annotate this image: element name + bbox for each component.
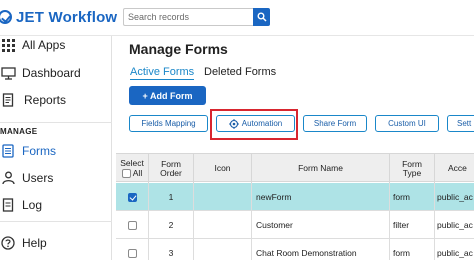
- form-name-cell: Chat Room Demonstration: [252, 239, 390, 260]
- sidebar-item-users[interactable]: Users: [0, 167, 112, 189]
- sidebar-item-label: All Apps: [22, 38, 66, 52]
- grid-icon: [0, 37, 16, 53]
- column-header-label: Order: [160, 167, 182, 178]
- column-header-label: Type: [402, 167, 422, 178]
- help-icon: [0, 235, 16, 251]
- form-order-cell: 1: [149, 183, 194, 211]
- column-header-icon[interactable]: Icon: [194, 154, 252, 183]
- column-header-access[interactable]: Acce: [435, 154, 474, 183]
- custom-ui-button[interactable]: Custom UI: [375, 115, 439, 132]
- row-checkbox[interactable]: [127, 220, 137, 230]
- monitor-icon: [0, 65, 16, 81]
- row-checkbox[interactable]: [127, 248, 137, 258]
- row-select-cell: [116, 239, 149, 260]
- fields-mapping-button[interactable]: Fields Mapping: [129, 115, 208, 132]
- icon-cell: [194, 183, 252, 211]
- search-input[interactable]: [123, 8, 253, 26]
- tab-deleted-forms[interactable]: Deleted Forms: [204, 66, 276, 78]
- search-icon: [257, 12, 267, 22]
- access-cell: public_ac: [437, 248, 473, 258]
- check-circle-icon: [0, 10, 12, 24]
- search-button[interactable]: [253, 8, 270, 26]
- settings-button[interactable]: Sett: [447, 115, 474, 132]
- log-icon: [0, 197, 16, 213]
- sidebar-divider: [0, 221, 112, 222]
- sidebar-item-label: Reports: [24, 93, 67, 107]
- column-header-form-name[interactable]: Form Name: [252, 154, 390, 183]
- icon-cell: [194, 239, 252, 260]
- app-title: JET Workflow: [16, 8, 118, 26]
- sidebar-item-dashboard[interactable]: Dashboard: [0, 62, 112, 84]
- share-form-button[interactable]: Share Form: [303, 115, 367, 132]
- form-order-cell: 3: [149, 239, 194, 260]
- row-select-cell: [116, 211, 149, 239]
- table-row[interactable]: 3 Chat Room Demonstration form public_ac: [116, 239, 474, 260]
- form-name-cell: newForm: [252, 183, 390, 211]
- sidebar: All Apps Dashboard Reports MANAGE Forms …: [0, 36, 112, 260]
- access-cell: public_ac: [437, 192, 473, 202]
- forms-icon: [0, 143, 16, 159]
- sidebar-item-reports[interactable]: Reports: [0, 89, 112, 111]
- access-cell: public_ac: [437, 220, 473, 230]
- table-row[interactable]: 1 newForm form public_ac: [116, 183, 474, 211]
- sidebar-section-title: MANAGE: [0, 127, 38, 136]
- highlight-box: [210, 109, 298, 140]
- add-form-button[interactable]: + Add Form: [129, 86, 206, 105]
- sidebar-item-label: Dashboard: [22, 66, 81, 80]
- select-all-checkbox[interactable]: [121, 169, 131, 178]
- sidebar-item-forms[interactable]: Forms: [0, 140, 112, 162]
- user-icon: [0, 170, 16, 186]
- search-bar: [123, 8, 270, 26]
- row-checkbox[interactable]: [127, 192, 137, 202]
- sidebar-item-label: Help: [22, 236, 47, 250]
- sidebar-item-label: Forms: [22, 144, 56, 158]
- form-order-cell: 2: [149, 211, 194, 239]
- column-header-label: Select: [120, 158, 144, 168]
- column-header-form-order[interactable]: Form Order: [149, 154, 194, 183]
- form-name-cell: Customer: [252, 211, 390, 239]
- main-content: Manage Forms Active Forms Deleted Forms …: [113, 36, 474, 260]
- column-header-form-type[interactable]: Form Type: [390, 154, 435, 183]
- table-row[interactable]: 2 Customer filter public_ac: [116, 211, 474, 239]
- sidebar-item-log[interactable]: Log: [0, 194, 112, 216]
- icon-cell: [194, 211, 252, 239]
- row-select-cell: [116, 183, 149, 211]
- sidebar-item-all-apps[interactable]: All Apps: [0, 34, 112, 56]
- app-window: JET Workflow Search records All Apps Das…: [0, 0, 474, 260]
- sidebar-item-label: Log: [22, 198, 43, 212]
- form-type-cell: form: [390, 239, 435, 260]
- column-header-label: All: [132, 168, 143, 178]
- page-title: Manage Forms: [129, 41, 228, 57]
- app-logo[interactable]: JET Workflow: [0, 8, 117, 26]
- sidebar-divider: [0, 122, 112, 123]
- column-header-select-all: Select All: [116, 154, 149, 183]
- sidebar-item-label: Users: [22, 171, 54, 185]
- tab-active-forms[interactable]: Active Forms: [130, 66, 195, 80]
- sidebar-item-help[interactable]: Help: [0, 232, 112, 254]
- top-bar: JET Workflow: [0, 0, 474, 36]
- form-type-cell: form: [390, 183, 435, 211]
- document-icon: [0, 92, 16, 108]
- table-header: Select All Form Order Icon Form Name For…: [116, 153, 474, 183]
- form-type-cell: filter: [390, 211, 435, 239]
